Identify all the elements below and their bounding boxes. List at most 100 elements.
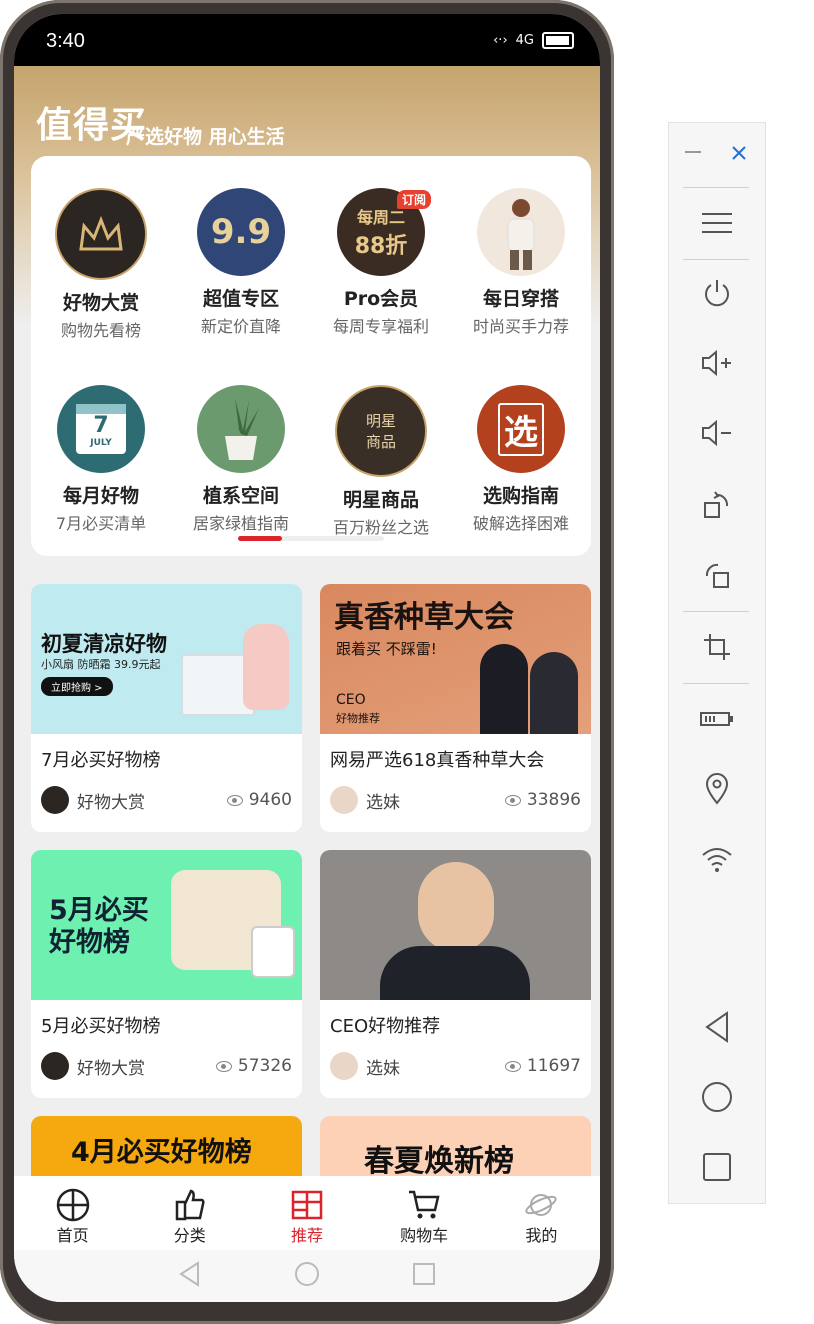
banner-headline: 春夏焕新榜 xyxy=(364,1144,514,1179)
banner-line: 小风扇 防晒霜 39.9元起 xyxy=(41,658,161,671)
guide-icon: 选 xyxy=(477,385,565,473)
eye-icon xyxy=(215,1060,232,1072)
wifi-icon[interactable] xyxy=(693,839,741,879)
minimize-icon[interactable] xyxy=(675,133,711,173)
category-star-products[interactable]: 明星 商品 明星商品 百万粉丝之选 xyxy=(311,385,451,538)
model-photo-icon xyxy=(477,188,565,276)
feed-banner: 真香种草大会 跟着买 不踩雷! CEO 好物推荐 xyxy=(320,584,591,734)
feed-author[interactable]: 选妹 xyxy=(330,786,400,814)
close-icon[interactable] xyxy=(721,133,757,173)
home-icon xyxy=(56,1188,90,1222)
category-title: 每月好物 xyxy=(62,485,139,507)
view-count-value: 9460 xyxy=(248,790,292,810)
plant-icon xyxy=(197,385,285,473)
feed-author[interactable]: 好物大赏 xyxy=(41,786,145,814)
view-count-value: 57326 xyxy=(237,1056,292,1076)
nfc-icon: ‹·› xyxy=(493,33,508,48)
feed-banner: 5月必买 好物榜 xyxy=(31,850,302,1000)
view-count: 11697 xyxy=(504,1056,581,1076)
category-monthly-goods[interactable]: 7 JULY 每月好物 7月必买清单 xyxy=(31,385,171,538)
volume-up-icon[interactable] xyxy=(693,343,741,383)
banner-cta: 立即抢购 > xyxy=(41,677,113,696)
feed-author[interactable]: 好物大赏 xyxy=(41,1052,145,1080)
category-chaozhi[interactable]: 9.9 超值专区 新定价直降 xyxy=(171,188,311,341)
feed-author[interactable]: 选妹 xyxy=(330,1052,400,1080)
feed-title: 网易严选618真香种草大会 xyxy=(330,750,545,771)
calendar-icon: 7 JULY xyxy=(57,385,145,473)
home-nav-icon[interactable] xyxy=(294,1261,320,1291)
category-buying-guide[interactable]: 选 选购指南 破解选择困难 xyxy=(451,385,591,538)
calendar-day: 7 xyxy=(93,413,109,438)
emulator-toolbar xyxy=(668,122,766,1204)
subscribe-tag: 订阅 xyxy=(396,190,431,209)
category-haowu-dashang[interactable]: 好物大赏 购物先看榜 xyxy=(31,188,171,341)
location-icon[interactable] xyxy=(693,769,741,809)
page-indicator-active xyxy=(238,536,282,541)
divider xyxy=(683,611,749,612)
divider xyxy=(683,187,749,188)
view-count: 9460 xyxy=(226,790,292,810)
avatar xyxy=(330,786,358,814)
calendar-month: JULY xyxy=(90,438,112,448)
recent-nav-icon[interactable] xyxy=(412,1262,436,1290)
home-circle-icon[interactable] xyxy=(693,1077,741,1117)
author-name: 好物大赏 xyxy=(77,792,145,813)
battery-setting-icon[interactable] xyxy=(693,699,741,739)
signal-icon: 4G xyxy=(515,33,534,48)
person-photo xyxy=(530,652,578,734)
feed-banner: 初夏清凉好物 小风扇 防晒霜 39.9元起 立即抢购 > xyxy=(31,584,302,734)
overview-square-icon[interactable] xyxy=(693,1147,741,1187)
power-icon[interactable] xyxy=(693,273,741,313)
menu-icon[interactable] xyxy=(693,203,741,243)
banner-sub: 好物推荐 xyxy=(336,712,380,725)
price-badge: 9.9 xyxy=(210,212,272,252)
banner-headline: 初夏清凉好物 xyxy=(41,632,167,656)
tab-category[interactable]: 分类 xyxy=(140,1176,240,1250)
eye-icon xyxy=(226,794,243,806)
category-title: 明星商品 xyxy=(342,489,419,511)
category-subtitle: 购物先看榜 xyxy=(60,321,141,340)
status-bar: 3:40 ‹·› 4G xyxy=(14,14,600,66)
bottle-icon xyxy=(243,624,289,710)
feed-banner xyxy=(320,850,591,1000)
tab-recommend[interactable]: 推荐 xyxy=(257,1176,357,1250)
pro-member-icon: 每周二 88折 订阅 xyxy=(337,188,431,276)
suit-shape xyxy=(380,946,530,1000)
person-photo xyxy=(418,862,494,952)
author-name: 选妹 xyxy=(366,1058,400,1079)
category-title: 植系空间 xyxy=(202,485,279,507)
rotate-left-icon[interactable] xyxy=(693,555,741,595)
back-nav-icon[interactable] xyxy=(178,1261,202,1291)
person-photo xyxy=(480,644,528,734)
tab-cart[interactable]: 购物车 xyxy=(374,1176,474,1250)
screenshot-crop-icon[interactable] xyxy=(693,627,741,667)
feed-card[interactable]: 初夏清凉好物 小风扇 防晒霜 39.9元起 立即抢购 > 7月必买好物榜 好物大… xyxy=(31,584,302,832)
status-time: 3:40 xyxy=(46,30,85,52)
back-icon[interactable] xyxy=(693,1007,741,1047)
category-subtitle: 破解选择困难 xyxy=(472,514,569,533)
phone-frame: 3:40 ‹·› 4G 值得买 严选好物 用心生活 好物大赏 购物先看榜 9.9… xyxy=(0,0,614,1324)
divider xyxy=(683,683,749,684)
category-plant-space[interactable]: 植系空间 居家绿植指南 xyxy=(171,385,311,538)
feed-card[interactable]: 真香种草大会 跟着买 不踩雷! CEO 好物推荐 网易严选618真香种草大会 选… xyxy=(320,584,591,832)
star-badge-top: 明星 xyxy=(365,412,396,430)
banner-line: 好物榜 xyxy=(49,927,130,958)
feed-card[interactable]: 5月必买 好物榜 5月必买好物榜 好物大赏 57326 xyxy=(31,850,302,1098)
price-99-icon: 9.9 xyxy=(197,188,285,276)
tab-home[interactable]: 首页 xyxy=(23,1176,123,1250)
view-count: 33896 xyxy=(504,790,581,810)
volume-down-icon[interactable] xyxy=(693,413,741,453)
rotate-right-icon[interactable] xyxy=(693,485,741,525)
divider xyxy=(683,259,749,260)
category-daily-outfit[interactable]: 每日穿搭 时尚买手力荐 xyxy=(451,188,591,341)
category-subtitle: 7月必买清单 xyxy=(55,514,147,533)
category-subtitle: 居家绿植指南 xyxy=(192,514,289,533)
feed-card[interactable]: CEO好物推荐 选妹 11697 xyxy=(320,850,591,1098)
category-icon xyxy=(173,1188,207,1222)
avatar xyxy=(41,786,69,814)
tab-label: 首页 xyxy=(56,1226,89,1245)
tab-label: 购物车 xyxy=(400,1226,449,1245)
battery-icon xyxy=(542,32,574,49)
tab-profile[interactable]: 我的 xyxy=(491,1176,591,1250)
category-pro-member[interactable]: 每周二 88折 订阅 Pro会员 每周专享福利 xyxy=(311,188,451,341)
